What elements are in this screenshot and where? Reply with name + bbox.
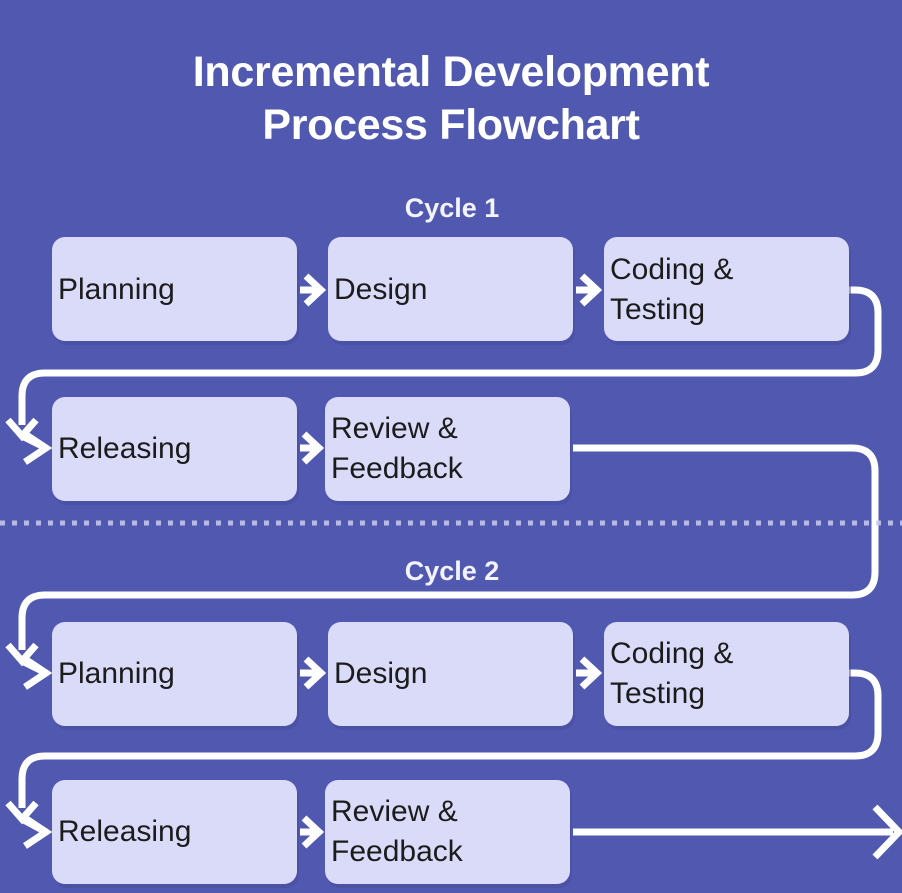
node-c1-review-feedback[interactable]: Review & Feedback: [325, 397, 572, 505]
node-c1-planning[interactable]: Planning: [52, 237, 299, 345]
edge-c2-releasing-to-review: [300, 815, 325, 849]
node-c1-coding-testing[interactable]: Coding & Testing: [604, 237, 851, 345]
page-title: Incremental Development Process Flowchar…: [193, 48, 710, 149]
node-label-line-1: Review &: [331, 795, 458, 828]
node-label-line-2: Testing: [610, 677, 705, 710]
edge-c1-releasing-to-review: [300, 431, 325, 465]
node-c2-review-feedback[interactable]: Review & Feedback: [325, 780, 572, 888]
node-label-line-1: Review &: [331, 412, 458, 445]
node-label: Planning: [58, 273, 175, 306]
title-line-2: Process Flowchart: [262, 101, 639, 149]
edge-c1-planning-to-design: [300, 273, 327, 307]
flowchart-svg: Incremental Development Process Flowchar…: [0, 48, 902, 888]
edge-c2-review-to-next: [573, 804, 902, 860]
flowchart-canvas: Incremental Development Process Flowchar…: [0, 0, 902, 893]
title-line-1: Incremental Development: [193, 48, 709, 96]
cycle-2-label: Cycle 2: [405, 556, 500, 586]
node-label: Releasing: [58, 432, 191, 465]
node-label: Releasing: [58, 815, 191, 848]
node-c1-design[interactable]: Design: [328, 237, 575, 345]
edge-c2-planning-to-design: [300, 656, 327, 690]
node-label: Design: [334, 273, 427, 306]
cycle-1-label: Cycle 1: [405, 193, 500, 223]
node-label-line-1: Coding &: [610, 637, 733, 670]
node-label-line-1: Coding &: [610, 253, 733, 286]
node-label-line-2: Feedback: [331, 452, 464, 485]
edge-c2-design-to-coding: [576, 656, 603, 690]
node-label: Design: [334, 657, 427, 690]
node-label: Planning: [58, 657, 175, 690]
node-label-line-2: Testing: [610, 293, 705, 326]
node-c1-releasing[interactable]: Releasing: [52, 397, 299, 505]
node-c2-releasing[interactable]: Releasing: [52, 780, 299, 888]
node-c2-planning[interactable]: Planning: [52, 622, 299, 730]
node-c2-design[interactable]: Design: [328, 622, 575, 730]
node-label-line-2: Feedback: [331, 835, 464, 868]
node-c2-coding-testing[interactable]: Coding & Testing: [604, 622, 851, 730]
edge-c1-design-to-coding: [576, 273, 603, 307]
